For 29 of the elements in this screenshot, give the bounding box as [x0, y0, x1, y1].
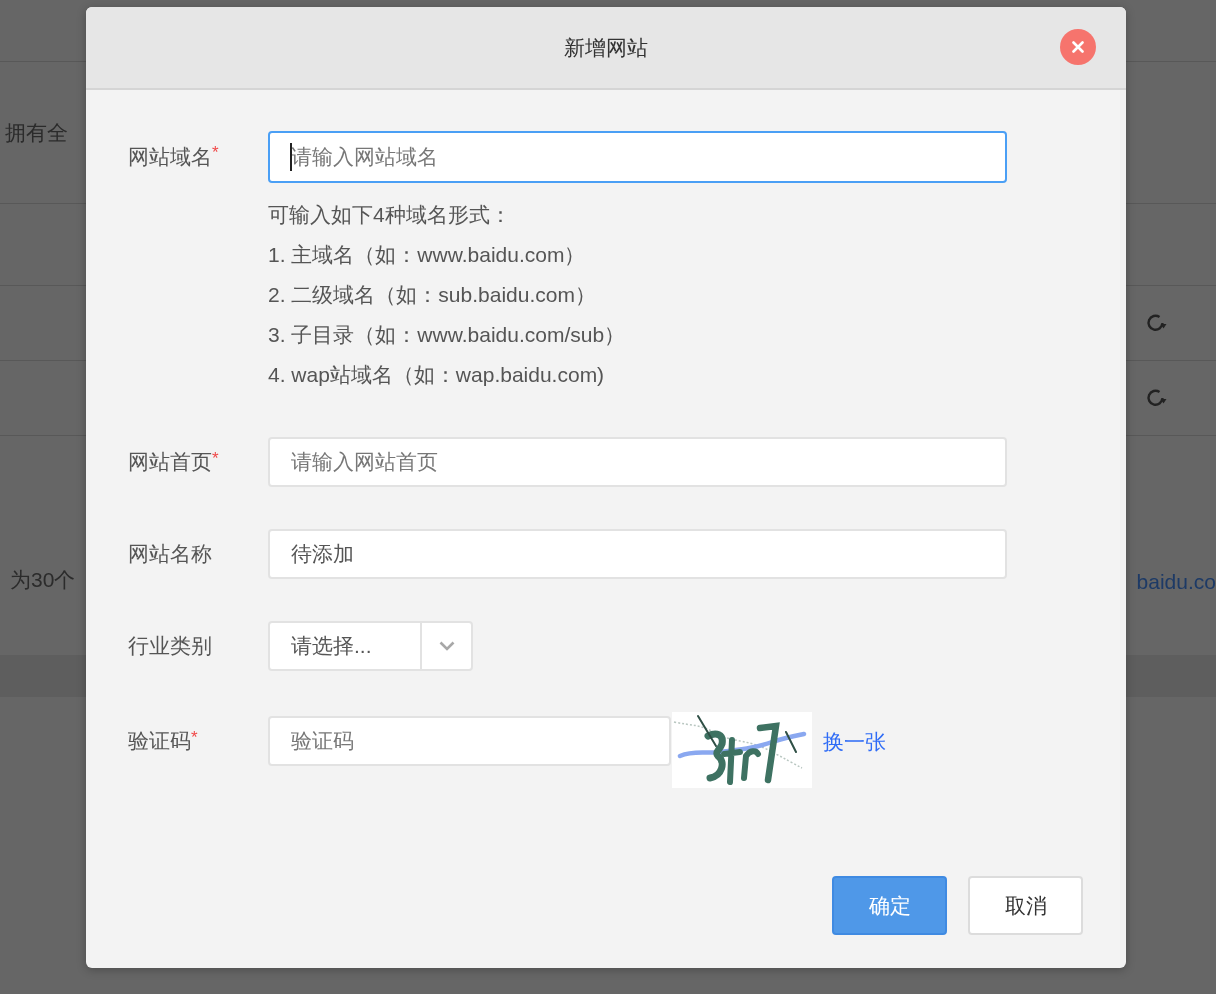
chevron-down-icon	[438, 641, 455, 651]
refresh-captcha-link[interactable]: 换一张	[823, 728, 886, 756]
select-field[interactable]: 请选择...	[268, 621, 473, 671]
field-label: 行业类别	[128, 633, 212, 659]
close-icon	[1072, 41, 1084, 53]
cancel-button[interactable]: 取消	[968, 876, 1083, 935]
captcha-drawing[interactable]	[672, 712, 812, 788]
hint-text: 可输入如下4种域名形式：	[268, 202, 512, 228]
hint-text: 4. wap站域名（如：wap.baidu.com)	[268, 362, 606, 388]
field-label: 网站名称	[128, 541, 212, 567]
required-mark: *	[212, 449, 219, 468]
captcha-input-field[interactable]: 验证码	[268, 716, 671, 766]
input-field[interactable]: 请输入网站域名	[268, 131, 1007, 183]
required-mark: *	[191, 728, 198, 747]
text-cursor	[290, 143, 292, 171]
required-mark: *	[212, 143, 219, 163]
input-field[interactable]: 待添加	[268, 529, 1007, 579]
field-label: 验证码	[128, 728, 191, 754]
hint-text: 2. 二级域名（如：sub.baidu.com）	[268, 282, 597, 308]
refresh-icon[interactable]	[1145, 312, 1167, 334]
hint-text: 3. 子目录（如：www.baidu.com/sub）	[268, 322, 627, 348]
field-label: 网站首页	[128, 449, 212, 475]
close-button[interactable]	[1060, 29, 1096, 65]
background-text: 为30个	[10, 567, 76, 593]
refresh-icon[interactable]	[1145, 387, 1167, 409]
dialog-title: 新增网站	[564, 34, 648, 61]
field-label: 网站域名	[128, 144, 212, 170]
background-text: 拥有全	[5, 119, 68, 146]
hint-text: 1. 主域名（如：www.baidu.com）	[268, 242, 587, 268]
